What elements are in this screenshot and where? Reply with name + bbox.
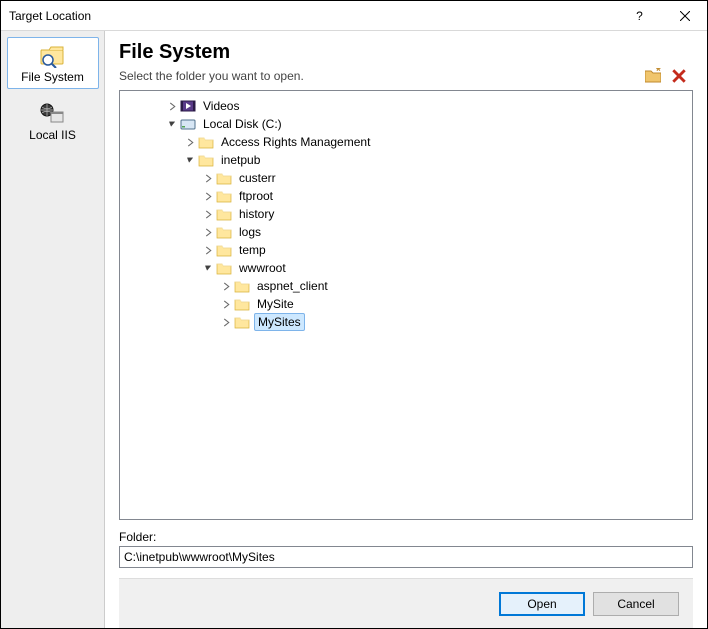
tree-node-label: temp: [236, 241, 269, 259]
tree-node-label: history: [236, 205, 277, 223]
tree-node-label: aspnet_client: [254, 277, 331, 295]
tree-node[interactable]: history: [120, 205, 692, 223]
tree-node[interactable]: Local Disk (C:): [120, 115, 692, 133]
folder-icon: [198, 134, 214, 150]
open-button[interactable]: Open: [499, 592, 585, 616]
delete-button[interactable]: [671, 68, 687, 84]
folder-icon: [234, 314, 250, 330]
expand-icon[interactable]: [218, 278, 234, 294]
folder-icon: [216, 188, 232, 204]
disk-icon: [180, 116, 196, 132]
tree-node-label: Access Rights Management: [218, 133, 373, 151]
tree-node[interactable]: temp: [120, 241, 692, 259]
new-folder-button[interactable]: [645, 68, 661, 84]
folder-icon: [234, 278, 250, 294]
folder-path-input[interactable]: [119, 546, 693, 568]
expand-icon[interactable]: [200, 224, 216, 240]
titlebar: Target Location ?: [1, 1, 707, 31]
tree-node-label: custerr: [236, 169, 279, 187]
page-subtitle: Select the folder you want to open.: [119, 69, 645, 83]
tree-node-label: Local Disk (C:): [200, 115, 285, 133]
help-button[interactable]: ?: [617, 1, 662, 31]
collapse-icon[interactable]: [200, 260, 216, 276]
folder-icon: [198, 152, 214, 168]
sidebar-item-localiis[interactable]: Local IIS: [7, 95, 99, 147]
collapse-icon[interactable]: [182, 152, 198, 168]
folder-icon: [234, 296, 250, 312]
tree-node[interactable]: custerr: [120, 169, 692, 187]
expand-icon[interactable]: [200, 188, 216, 204]
expand-icon[interactable]: [200, 170, 216, 186]
tree-node[interactable]: inetpub: [120, 151, 692, 169]
tree-node[interactable]: logs: [120, 223, 692, 241]
expand-icon[interactable]: [164, 98, 180, 114]
folder-path-label: Folder:: [119, 530, 693, 544]
tree-node-label: MySite: [254, 295, 297, 313]
folder-search-icon: [39, 44, 67, 68]
expand-icon[interactable]: [200, 206, 216, 222]
tree-node-label: ftproot: [236, 187, 276, 205]
cancel-button[interactable]: Cancel: [593, 592, 679, 616]
expand-icon[interactable]: [182, 134, 198, 150]
cancel-button-label: Cancel: [617, 597, 654, 611]
page-title: File System: [119, 41, 693, 64]
folder-tree: VideosLocal Disk (C:)Access Rights Manag…: [119, 90, 693, 520]
tree-scroll-area[interactable]: VideosLocal Disk (C:)Access Rights Manag…: [120, 91, 692, 519]
sidebar-item-filesystem[interactable]: File System: [7, 37, 99, 89]
window-title: Target Location: [9, 9, 617, 23]
tree-node[interactable]: Videos: [120, 97, 692, 115]
tree-node-label: MySites: [254, 313, 305, 331]
tree-node[interactable]: wwwroot: [120, 259, 692, 277]
sidebar-item-label: File System: [8, 70, 98, 84]
folder-icon: [216, 170, 232, 186]
folder-icon: [216, 206, 232, 222]
expand-icon[interactable]: [218, 296, 234, 312]
sidebar: File System Local IIS: [1, 31, 105, 628]
open-button-label: Open: [527, 597, 556, 611]
tree-node[interactable]: Access Rights Management: [120, 133, 692, 151]
folder-icon: [216, 260, 232, 276]
close-button[interactable]: [662, 1, 707, 31]
tree-node[interactable]: aspnet_client: [120, 277, 692, 295]
expand-icon[interactable]: [218, 314, 234, 330]
tree-node[interactable]: MySites: [120, 313, 692, 331]
expand-icon[interactable]: [200, 242, 216, 258]
folder-icon: [216, 242, 232, 258]
tree-node[interactable]: ftproot: [120, 187, 692, 205]
videos-icon: [180, 98, 196, 114]
tree-node-label: inetpub: [218, 151, 263, 169]
tree-node-label: logs: [236, 223, 264, 241]
collapse-icon[interactable]: [164, 116, 180, 132]
globe-server-icon: [39, 102, 67, 126]
tree-node-label: Videos: [200, 97, 242, 115]
tree-node-label: wwwroot: [236, 259, 289, 277]
tree-node[interactable]: MySite: [120, 295, 692, 313]
folder-icon: [216, 224, 232, 240]
sidebar-item-label: Local IIS: [8, 128, 98, 142]
